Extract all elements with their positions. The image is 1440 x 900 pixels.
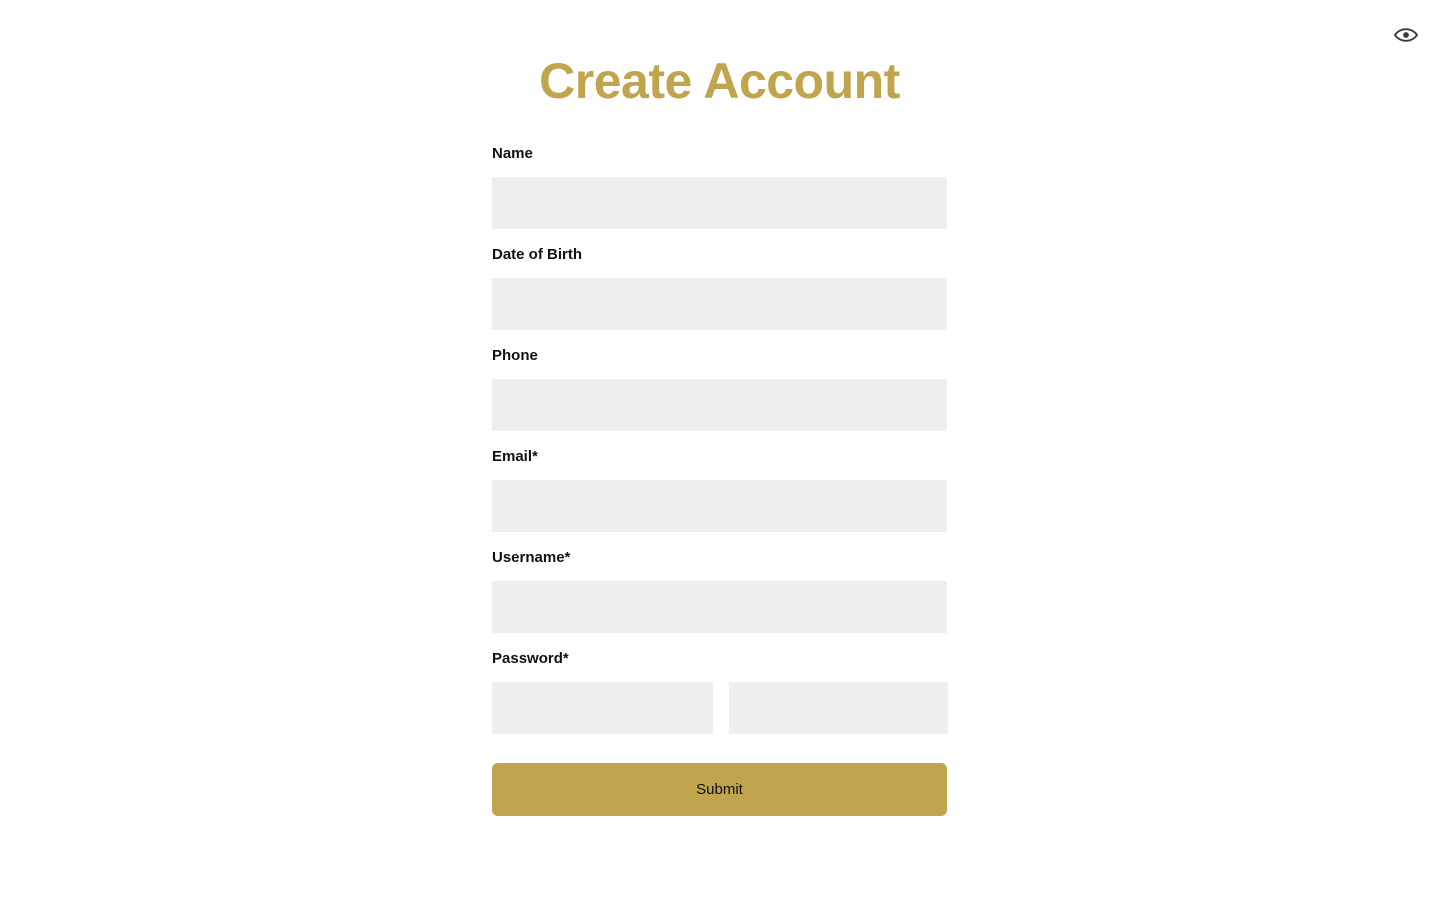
password-visibility-toggle[interactable] bbox=[1394, 24, 1418, 46]
field-group-password: Password* bbox=[492, 649, 948, 734]
input-date-of-birth[interactable] bbox=[492, 278, 947, 330]
label-email: Email* bbox=[492, 448, 538, 465]
field-group-name: Name bbox=[492, 144, 947, 229]
input-phone[interactable] bbox=[492, 379, 947, 431]
label-date-of-birth: Date of Birth bbox=[492, 246, 582, 263]
label-password: Password* bbox=[492, 650, 569, 667]
input-password[interactable] bbox=[492, 682, 713, 734]
create-account-form: Create Account Name Date of Birth Phone … bbox=[492, 0, 948, 816]
input-name[interactable] bbox=[492, 177, 947, 229]
input-password-confirm[interactable] bbox=[729, 682, 948, 734]
field-group-email: Email* bbox=[492, 447, 947, 532]
field-group-date-of-birth: Date of Birth bbox=[492, 245, 947, 330]
page-title: Create Account bbox=[539, 53, 900, 109]
label-username: Username* bbox=[492, 549, 571, 566]
label-name: Name bbox=[492, 145, 533, 162]
eye-icon bbox=[1394, 24, 1418, 46]
field-group-username: Username* bbox=[492, 548, 947, 633]
input-email[interactable] bbox=[492, 480, 947, 532]
field-group-phone: Phone bbox=[492, 346, 947, 431]
input-username[interactable] bbox=[492, 581, 947, 633]
submit-button[interactable]: Submit bbox=[492, 763, 947, 816]
password-row bbox=[492, 682, 948, 734]
form-fields: Name Date of Birth Phone Email* Username… bbox=[492, 144, 948, 816]
label-phone: Phone bbox=[492, 347, 538, 364]
